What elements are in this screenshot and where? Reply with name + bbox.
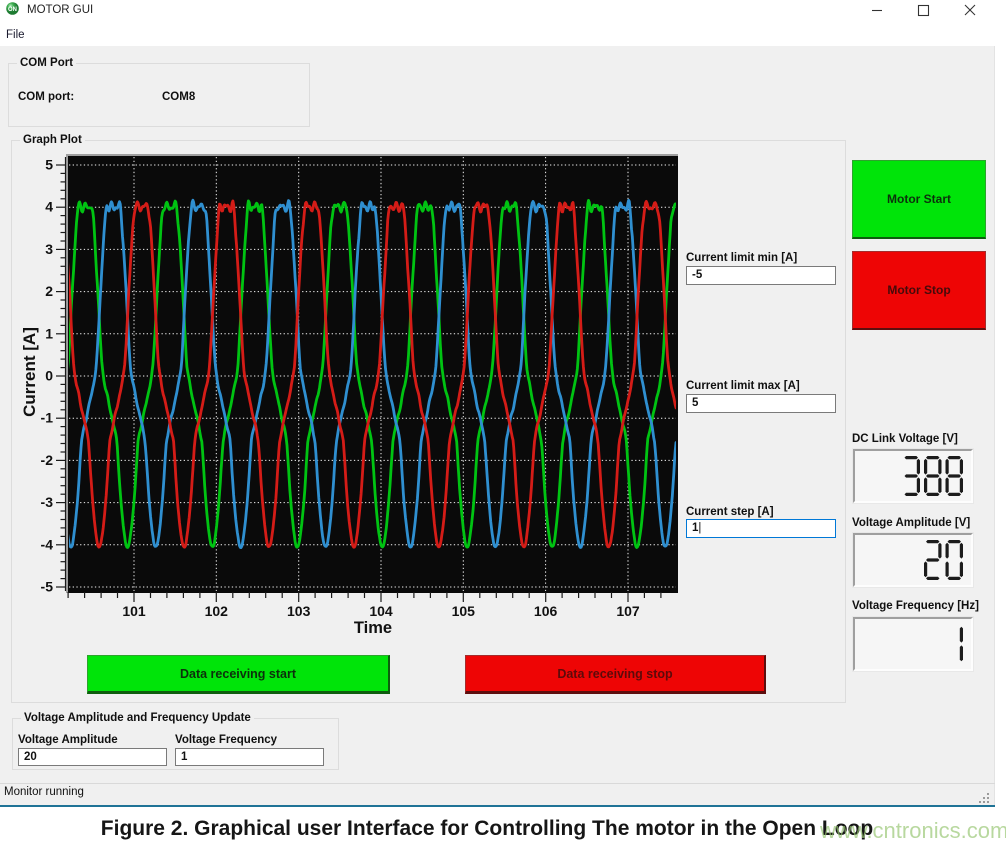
svg-text:107: 107 (616, 603, 640, 619)
svg-text:Time: Time (354, 619, 392, 637)
svg-text:3: 3 (45, 241, 53, 257)
svg-text:106: 106 (534, 603, 558, 619)
svg-text:ON: ON (8, 7, 17, 13)
svg-text:101: 101 (122, 603, 146, 619)
svg-text:-2: -2 (41, 452, 54, 468)
svg-text:103: 103 (287, 603, 311, 619)
svg-text:-1: -1 (41, 410, 54, 426)
svg-text:0: 0 (45, 368, 53, 384)
svg-text:5: 5 (45, 157, 53, 173)
svg-text:105: 105 (452, 603, 476, 619)
svg-text:-3: -3 (41, 494, 54, 510)
svg-text:-5: -5 (41, 579, 54, 595)
svg-text:104: 104 (369, 603, 393, 619)
svg-text:1: 1 (45, 325, 53, 341)
svg-text:Current [A]: Current [A] (20, 327, 39, 417)
svg-text:2: 2 (45, 283, 53, 299)
svg-text:102: 102 (205, 603, 229, 619)
svg-text:4: 4 (45, 199, 53, 215)
svg-text:-4: -4 (41, 536, 54, 552)
